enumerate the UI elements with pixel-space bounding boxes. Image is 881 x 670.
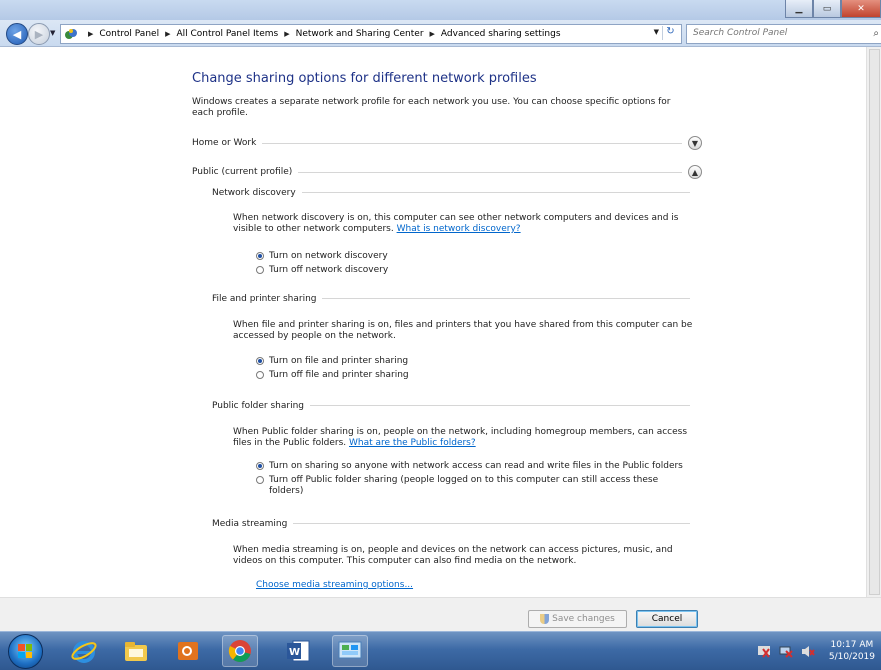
breadcrumb-advanced-sharing[interactable]: Advanced sharing settings	[441, 29, 561, 39]
network-discovery-heading: Network discovery	[212, 187, 296, 198]
button-bar: Save changes Cancel	[0, 597, 881, 631]
file-printer-sharing-heading: File and printer sharing	[212, 293, 317, 304]
breadcrumb-separator-icon[interactable]: ▶	[165, 30, 170, 38]
divider	[301, 192, 690, 193]
forward-button[interactable]: ▶	[28, 23, 50, 45]
profile-home-work[interactable]: Home or Work ▼	[192, 136, 702, 150]
breadcrumb-network-sharing-center[interactable]: Network and Sharing Center	[296, 29, 424, 39]
radio-label: Turn off Public folder sharing (people l…	[269, 475, 659, 496]
search-icon[interactable]: ⌕	[873, 28, 879, 39]
content-pane: Change sharing options for different net…	[0, 47, 866, 597]
vertical-scrollbar[interactable]	[866, 47, 881, 597]
taskbar: W 10:17 AM 5/10/2019	[0, 631, 881, 670]
expand-chevron-down-icon[interactable]: ▼	[688, 136, 702, 150]
network-discovery-header: Network discovery	[212, 186, 690, 199]
radio-label: Turn on file and printer sharing	[269, 356, 409, 366]
radio-label: Turn off network discovery	[269, 265, 389, 275]
outlook-icon[interactable]	[170, 635, 206, 667]
window-controls: ▁ ▭ ✕	[785, 0, 881, 18]
chrome-icon[interactable]	[222, 635, 258, 667]
breadcrumb-separator-icon[interactable]: ▶	[430, 30, 435, 38]
radio-selected-icon[interactable]	[256, 252, 264, 260]
media-streaming-header: Media streaming	[212, 517, 690, 530]
page-description: Windows creates a separate network profi…	[192, 97, 671, 118]
search-box[interactable]: ⌕	[686, 24, 881, 44]
file-printer-sharing-header: File and printer sharing	[212, 292, 690, 305]
internet-explorer-icon[interactable]	[66, 635, 102, 667]
radio-label: Turn off file and printer sharing	[269, 370, 409, 380]
radio-public-folder-off[interactable]: Turn off Public folder sharing (people l…	[256, 475, 676, 497]
divider	[322, 298, 690, 299]
radio-unselected-icon[interactable]	[256, 476, 264, 484]
maximize-button[interactable]: ▭	[813, 0, 841, 18]
network-status-icon[interactable]	[779, 645, 793, 658]
divider	[310, 405, 690, 406]
refresh-icon[interactable]: ↻	[662, 26, 678, 40]
breadcrumb: ▶ Control Panel ▶ All Control Panel Item…	[82, 29, 561, 39]
network-discovery-description: When network discovery is on, this compu…	[233, 213, 693, 235]
save-changes-button[interactable]: Save changes	[528, 610, 627, 628]
word-icon[interactable]: W	[280, 635, 316, 667]
radio-label: Turn on network discovery	[269, 251, 388, 261]
recent-pages-chevron-down-icon[interactable]: ▼	[50, 29, 55, 37]
public-folders-help-link[interactable]: What are the Public folders?	[349, 438, 476, 448]
page-title: Change sharing options for different net…	[192, 71, 537, 86]
divider	[293, 523, 690, 524]
system-tray: 10:17 AM 5/10/2019	[757, 634, 875, 668]
public-folder-sharing-description: When Public folder sharing is on, people…	[233, 427, 693, 449]
search-input[interactable]	[687, 25, 863, 41]
radio-label: Turn on sharing so anyone with network a…	[269, 461, 683, 471]
back-button[interactable]: ◀	[6, 23, 28, 45]
breadcrumb-separator-icon[interactable]: ▶	[284, 30, 289, 38]
media-streaming-options-row: Choose media streaming options...	[256, 580, 716, 591]
control-panel-icon	[64, 28, 78, 40]
file-explorer-icon[interactable]	[118, 635, 154, 667]
svg-text:W: W	[289, 647, 300, 658]
media-streaming-options-link[interactable]: Choose media streaming options...	[256, 580, 413, 590]
address-history-chevron-down-icon[interactable]: ▼	[654, 28, 659, 36]
media-streaming-description: When media streaming is on, people and d…	[233, 545, 673, 566]
action-center-flag-icon[interactable]	[757, 645, 771, 658]
radio-file-printer-off[interactable]: Turn off file and printer sharing	[256, 370, 696, 381]
uac-shield-icon	[540, 614, 550, 624]
windows-logo-icon	[18, 644, 32, 658]
address-bar[interactable]: ▶ Control Panel ▶ All Control Panel Item…	[60, 24, 682, 44]
close-button[interactable]: ✕	[841, 0, 881, 18]
radio-public-folder-on[interactable]: Turn on sharing so anyone with network a…	[256, 461, 696, 472]
volume-muted-icon[interactable]	[801, 645, 815, 658]
radio-network-discovery-on[interactable]: Turn on network discovery	[256, 251, 696, 262]
radio-unselected-icon[interactable]	[256, 266, 264, 274]
title-bar: ▁ ▭ ✕	[0, 0, 881, 20]
divider	[298, 171, 682, 173]
public-folder-sharing-header: Public folder sharing	[212, 399, 690, 412]
radio-file-printer-on[interactable]: Turn on file and printer sharing	[256, 356, 696, 367]
divider	[262, 142, 682, 144]
clock[interactable]: 10:17 AM 5/10/2019	[829, 639, 875, 663]
cancel-button[interactable]: Cancel	[636, 610, 698, 628]
save-changes-label: Save changes	[552, 614, 615, 624]
radio-network-discovery-off[interactable]: Turn off network discovery	[256, 265, 696, 276]
media-streaming-heading: Media streaming	[212, 518, 288, 529]
collapse-chevron-up-icon[interactable]: ▲	[688, 165, 702, 179]
profile-home-work-label: Home or Work	[192, 138, 257, 148]
breadcrumb-separator-icon[interactable]: ▶	[88, 30, 93, 38]
profile-public-label: Public (current profile)	[192, 167, 293, 177]
start-button[interactable]	[8, 634, 43, 669]
scrollbar-thumb[interactable]	[869, 49, 880, 595]
network-discovery-help-link[interactable]: What is network discovery?	[397, 224, 521, 234]
radio-unselected-icon[interactable]	[256, 371, 264, 379]
file-printer-sharing-description: When file and printer sharing is on, fil…	[233, 320, 693, 341]
navigation-bar: ◀ ▶ ▼ ▶ Control Panel ▶ All Control Pane…	[0, 20, 881, 47]
radio-selected-icon[interactable]	[256, 357, 264, 365]
control-panel-taskbar-icon[interactable]	[332, 635, 368, 667]
radio-selected-icon[interactable]	[256, 462, 264, 470]
breadcrumb-control-panel[interactable]: Control Panel	[99, 29, 159, 39]
public-folder-sharing-heading: Public folder sharing	[212, 400, 305, 411]
profile-public[interactable]: Public (current profile) ▲	[192, 165, 702, 179]
clock-time: 10:17 AM	[830, 640, 874, 650]
clock-date: 5/10/2019	[828, 652, 875, 662]
minimize-button[interactable]: ▁	[785, 0, 813, 18]
breadcrumb-all-items[interactable]: All Control Panel Items	[176, 29, 278, 39]
